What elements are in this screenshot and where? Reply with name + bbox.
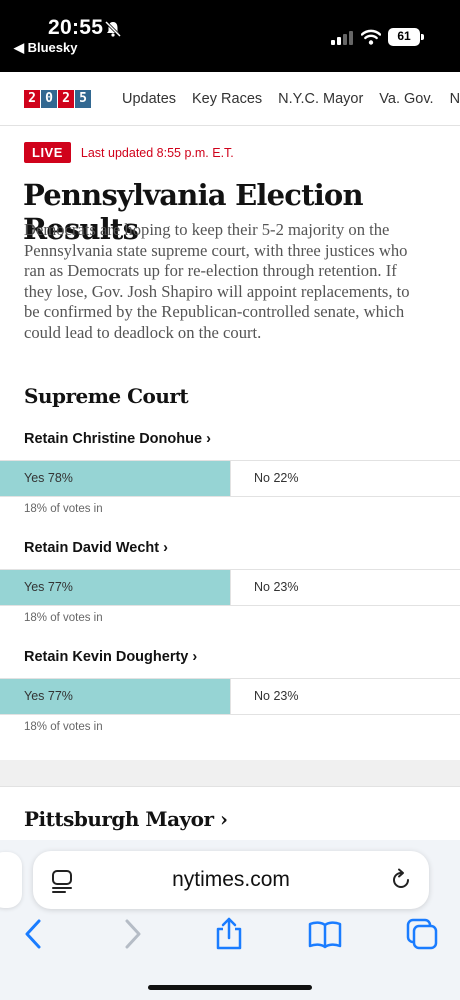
election-2025-logo[interactable]: 2 0 2 5 [24, 89, 92, 108]
previous-tab-preview[interactable] [0, 852, 22, 908]
cellular-signal-icon [331, 31, 353, 45]
live-status: LIVE Last updated 8:55 p.m. E.T. [24, 142, 234, 163]
votes-in-text: 18% of votes in [24, 503, 103, 515]
back-to-app-link[interactable]: ◀ Bluesky [14, 40, 77, 56]
results-bar-dougherty[interactable]: Yes 77% No 23% [0, 678, 460, 715]
article-main: LIVE Last updated 8:55 p.m. E.T. Pennsyl… [0, 126, 460, 760]
nav-item-key-races[interactable]: Key Races [192, 91, 262, 107]
wifi-icon [361, 29, 381, 45]
status-time: 20:55 [48, 16, 104, 39]
share-icon[interactable] [212, 917, 246, 951]
back-arrow-icon[interactable] [17, 917, 51, 951]
section-gap [0, 760, 460, 786]
no-result: No 23% [254, 580, 299, 594]
no-result: No 22% [254, 471, 299, 485]
bar-divider [230, 461, 231, 496]
bookmarks-icon[interactable] [308, 917, 342, 951]
bell-slash-icon [104, 20, 122, 38]
nav-item-va-gov[interactable]: Va. Gov. [379, 91, 433, 107]
bar-divider [230, 679, 231, 714]
live-badge: LIVE [24, 142, 71, 163]
logo-digit: 0 [41, 89, 57, 108]
battery-icon: 61 [388, 28, 424, 46]
address-bar[interactable]: nytimes.com [33, 851, 429, 909]
yes-result: Yes 77% [24, 580, 73, 594]
home-indicator [148, 985, 312, 990]
article-summary: Democrats are hoping to keep their 5-2 m… [24, 220, 410, 342]
nav-item-updates[interactable]: Updates [122, 91, 176, 107]
results-bar-donohue[interactable]: Yes 78% No 22% [0, 460, 460, 497]
results-bar-wecht[interactable]: Yes 77% No 23% [0, 569, 460, 606]
yes-result: Yes 77% [24, 689, 73, 703]
reload-icon[interactable] [389, 868, 413, 892]
last-updated-text: Last updated 8:55 p.m. E.T. [80, 145, 234, 160]
logo-digit: 5 [75, 89, 91, 108]
votes-in-text: 18% of votes in [24, 612, 103, 624]
nav-item-nyc-mayor[interactable]: N.Y.C. Mayor [278, 91, 363, 107]
race-title-donohue[interactable]: Retain Christine Donohue › [24, 431, 211, 447]
race-title-wecht[interactable]: Retain David Wecht › [24, 540, 168, 556]
race-title-dougherty[interactable]: Retain Kevin Dougherty › [24, 649, 197, 665]
section-title-pittsburgh-mayor[interactable]: Pittsburgh Mayor › [24, 807, 228, 831]
top-nav: 2 0 2 5 Updates Key Races N.Y.C. Mayor V… [0, 72, 460, 126]
logo-digit: 2 [58, 89, 74, 108]
no-result: No 23% [254, 689, 299, 703]
status-bar: 20:55 ◀ Bluesky 61 [0, 0, 460, 72]
forward-arrow-icon[interactable] [115, 917, 149, 951]
nav-item-more[interactable]: N. [450, 91, 460, 107]
logo-digit: 2 [24, 89, 40, 108]
tabs-icon[interactable] [405, 917, 439, 951]
yes-result: Yes 78% [24, 471, 73, 485]
bar-divider [230, 570, 231, 605]
section-title-supreme-court: Supreme Court [24, 384, 189, 408]
votes-in-text: 18% of votes in [24, 721, 103, 733]
browser-toolbar: nytimes.com [0, 840, 460, 1000]
url-text[interactable]: nytimes.com [33, 868, 429, 892]
